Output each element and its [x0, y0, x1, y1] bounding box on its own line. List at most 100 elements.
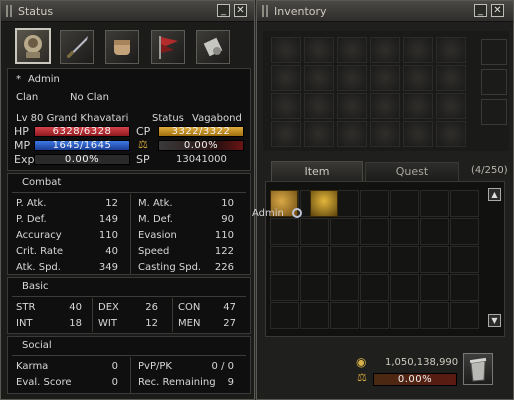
combat-stat-value: 110 — [214, 230, 234, 241]
equipment-slot[interactable] — [436, 37, 466, 63]
inventory-slot[interactable] — [390, 246, 419, 273]
flag-icon[interactable] — [151, 30, 185, 64]
inventory-slot[interactable] — [330, 274, 359, 301]
combat-stat-label: M. Def. — [138, 214, 173, 225]
level-class: Lv 80 Grand Khavatari — [16, 113, 129, 124]
inventory-slot[interactable] — [270, 218, 299, 245]
inventory-slot[interactable] — [360, 302, 389, 329]
inventory-slot[interactable] — [300, 302, 329, 329]
inventory-slot[interactable] — [300, 274, 329, 301]
equip-side-slot[interactable] — [481, 69, 507, 95]
equipment-slot[interactable] — [370, 93, 400, 119]
basic-divider — [12, 296, 246, 297]
equipment-slot[interactable] — [271, 37, 301, 63]
combat-stat-label: Accuracy — [16, 230, 62, 241]
inventory-slot[interactable] — [360, 274, 389, 301]
basic-header: Basic — [22, 281, 49, 292]
equipment-slot[interactable] — [304, 37, 334, 63]
inventory-slot[interactable] — [420, 274, 449, 301]
inventory-slot[interactable] — [330, 246, 359, 273]
basic-stat-label: CON — [178, 302, 201, 313]
close-button[interactable]: ✕ — [491, 4, 504, 17]
scroll-down-button[interactable]: ▼ — [488, 314, 501, 327]
equipment-slot[interactable] — [436, 65, 466, 91]
inventory-slot[interactable] — [420, 218, 449, 245]
inventory-slot[interactable] — [300, 218, 329, 245]
equipment-slot[interactable] — [436, 121, 466, 147]
scroll-up-button[interactable]: ▲ — [488, 188, 501, 201]
minimize-button[interactable]: _ — [474, 4, 487, 17]
equipment-slot[interactable] — [304, 65, 334, 91]
equipment-slot[interactable] — [271, 93, 301, 119]
inventory-slot[interactable] — [270, 274, 299, 301]
close-button[interactable]: ✕ — [234, 4, 247, 17]
combat-stat-label: Speed — [138, 246, 170, 257]
combat-stat-label: M. Atk. — [138, 198, 173, 209]
equipment-slot[interactable] — [403, 65, 433, 91]
inventory-slot[interactable] — [450, 302, 479, 329]
inventory-slot[interactable] — [450, 274, 479, 301]
basic-stat-value: 47 — [223, 302, 236, 313]
status-titlebar[interactable]: Status _ ✕ — [1, 1, 254, 22]
minimize-button[interactable]: _ — [217, 4, 230, 17]
inventory-slot[interactable] — [450, 246, 479, 273]
inventory-slot[interactable] — [450, 218, 479, 245]
equipment-slot[interactable] — [337, 93, 367, 119]
inventory-slot[interactable] — [420, 302, 449, 329]
inventory-slot[interactable] — [270, 246, 299, 273]
inventory-slot[interactable] — [420, 246, 449, 273]
equipment-slot[interactable] — [403, 121, 433, 147]
scroll-icon[interactable] — [196, 30, 230, 64]
equipment-slot[interactable] — [370, 37, 400, 63]
social-stat-value: 0 — [111, 361, 118, 372]
inventory-slot[interactable] — [270, 302, 299, 329]
inventory-slot[interactable] — [390, 218, 419, 245]
item-ring-icon[interactable] — [292, 208, 302, 218]
equipment-slot[interactable] — [403, 93, 433, 119]
inventory-titlebar[interactable]: Inventory _ ✕ — [257, 1, 513, 22]
equipment-slot[interactable] — [370, 65, 400, 91]
inventory-slot[interactable] — [330, 218, 359, 245]
equipment-slot[interactable] — [436, 93, 466, 119]
inventory-slot[interactable] — [360, 246, 389, 273]
social-panel: Social Karma 0 PvP/PK 0 / 0 Eval. Score 0 Rec.… — [7, 336, 251, 394]
tab-item-label: Item — [304, 165, 330, 178]
social-stat-label: PvP/PK — [138, 361, 172, 372]
inventory-slot[interactable] — [360, 190, 389, 217]
equip-side-slot[interactable] — [481, 99, 507, 125]
combat-divider — [12, 192, 246, 193]
trash-button[interactable] — [463, 353, 493, 385]
exp-text: 0.00% — [64, 154, 100, 165]
inventory-slot[interactable] — [450, 190, 479, 217]
tab-quest[interactable]: Quest — [365, 162, 459, 181]
basic-stat-label: DEX — [98, 302, 119, 313]
item-armor-icon[interactable] — [310, 190, 338, 217]
equipment-slot[interactable] — [271, 65, 301, 91]
fist-icon[interactable] — [105, 30, 139, 64]
combat-stat-value: 149 — [98, 214, 118, 225]
equipment-slot[interactable] — [403, 37, 433, 63]
equipment-slot[interactable] — [337, 65, 367, 91]
inventory-slot[interactable] — [330, 302, 359, 329]
social-stat-value: 0 — [111, 377, 118, 388]
inventory-slot[interactable] — [390, 302, 419, 329]
basic-stat-value: 12 — [145, 318, 158, 329]
equipment-slot[interactable] — [337, 37, 367, 63]
equipment-slot[interactable] — [304, 93, 334, 119]
tab-item[interactable]: Item — [271, 161, 363, 181]
combat-stat-value: 10 — [221, 198, 234, 209]
equip-side-slot[interactable] — [481, 39, 507, 65]
inventory-slot[interactable] — [360, 218, 389, 245]
inventory-slot[interactable] — [390, 190, 419, 217]
equipment-slot[interactable] — [304, 121, 334, 147]
character-name: Admin — [28, 74, 60, 85]
equipment-panel — [263, 31, 509, 151]
inventory-slot[interactable] — [420, 190, 449, 217]
equipment-slot[interactable] — [370, 121, 400, 147]
inventory-slot[interactable] — [300, 246, 329, 273]
equipment-slot[interactable] — [337, 121, 367, 147]
sword-icon[interactable] — [60, 30, 94, 64]
portrait-icon[interactable] — [15, 28, 51, 64]
equipment-slot[interactable] — [271, 121, 301, 147]
inventory-slot[interactable] — [390, 274, 419, 301]
